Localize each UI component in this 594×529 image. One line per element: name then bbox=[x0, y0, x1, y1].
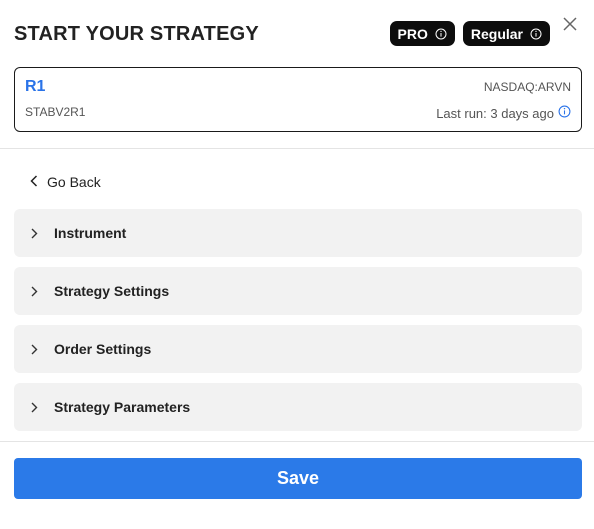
section-order-settings[interactable]: Order Settings bbox=[14, 325, 582, 373]
divider bbox=[0, 148, 594, 149]
chevron-right-icon bbox=[31, 402, 41, 413]
chevron-left-icon bbox=[30, 174, 38, 190]
last-run-text: Last run: 3 days ago bbox=[436, 105, 554, 121]
chevron-right-icon bbox=[31, 286, 41, 297]
close-icon[interactable] bbox=[562, 16, 578, 32]
pro-badge-label: PRO bbox=[397, 25, 428, 42]
regular-badge-label: Regular bbox=[470, 25, 523, 42]
modal-title: START YOUR STRATEGY bbox=[14, 22, 259, 45]
strategy-id: STABV2R1 bbox=[25, 105, 86, 119]
info-icon[interactable] bbox=[530, 28, 542, 40]
section-label: Order Settings bbox=[54, 341, 152, 357]
section-strategy-parameters[interactable]: Strategy Parameters bbox=[14, 383, 582, 431]
info-icon[interactable] bbox=[435, 28, 447, 40]
strategy-name[interactable]: R1 bbox=[25, 78, 45, 96]
section-instrument[interactable]: Instrument bbox=[14, 209, 582, 257]
divider bbox=[0, 441, 594, 442]
strategy-symbol: NASDAQ:ARVN bbox=[483, 80, 571, 94]
chevron-right-icon bbox=[31, 228, 41, 239]
last-run: Last run: 3 days ago bbox=[436, 105, 571, 121]
chevron-right-icon bbox=[31, 344, 41, 355]
go-back-button[interactable]: Go Back bbox=[30, 174, 101, 190]
modal-header: START YOUR STRATEGY PRO Regular bbox=[14, 20, 580, 48]
regular-badge[interactable]: Regular bbox=[462, 21, 550, 46]
start-strategy-modal: START YOUR STRATEGY PRO Regular R1 NASDA… bbox=[0, 0, 594, 529]
info-icon[interactable] bbox=[558, 105, 571, 121]
save-button[interactable]: Save bbox=[14, 458, 582, 499]
section-label: Instrument bbox=[54, 225, 127, 241]
pro-badge[interactable]: PRO bbox=[389, 21, 455, 46]
section-label: Strategy Settings bbox=[54, 283, 170, 299]
go-back-label: Go Back bbox=[47, 174, 101, 190]
section-label: Strategy Parameters bbox=[54, 399, 191, 415]
plan-badges: PRO Regular bbox=[389, 21, 550, 46]
strategy-card: R1 NASDAQ:ARVN STABV2R1 Last run: 3 days… bbox=[14, 67, 582, 132]
section-strategy-settings[interactable]: Strategy Settings bbox=[14, 267, 582, 315]
